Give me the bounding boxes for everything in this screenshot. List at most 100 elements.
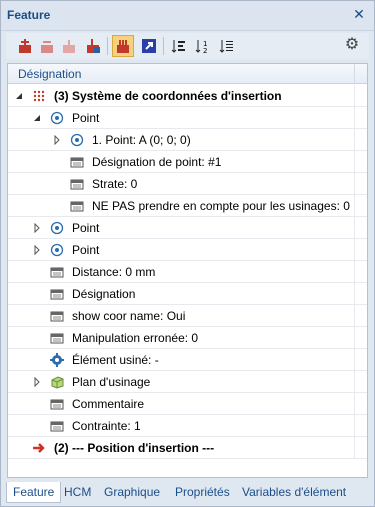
tab-graphique[interactable]: Graphique	[98, 482, 166, 503]
collapsed-arrow-icon[interactable]	[32, 245, 42, 255]
sort-list-icon[interactable]	[216, 35, 238, 57]
feature-panel: Feature ✕ 12 ⚙ Désignation (3) Système d…	[0, 0, 375, 507]
tree-row-constraint[interactable]: Contrainte: 1	[8, 415, 367, 437]
tree-row-label: Distance: 0 mm	[72, 265, 156, 279]
tab-feature[interactable]: Feature	[6, 482, 62, 503]
column-header-label: Désignation	[18, 67, 82, 81]
feature-filter-icon[interactable]	[112, 35, 134, 57]
coordinate-system-icon	[33, 90, 45, 102]
close-icon[interactable]: ✕	[352, 7, 366, 21]
tree-row-designation[interactable]: Désignation	[8, 283, 367, 305]
gear-icon[interactable]: ⚙	[343, 36, 361, 54]
feature-add-icon[interactable]	[14, 35, 36, 57]
panel-titlebar: Feature ✕	[1, 1, 374, 31]
property-icon	[50, 289, 64, 300]
tree-row-point[interactable]: Point	[8, 107, 367, 129]
collapsed-arrow-icon[interactable]	[32, 223, 42, 233]
tree-row-show-coor-name[interactable]: show coor name: Oui	[8, 305, 367, 327]
row-separator	[354, 415, 355, 437]
expanded-arrow-icon[interactable]	[14, 91, 24, 101]
header-separator	[354, 64, 355, 84]
tree-row-label: Contrainte: 1	[72, 419, 141, 433]
feature-toolbar: 12 ⚙	[6, 33, 369, 59]
red-arrow-icon	[33, 443, 45, 453]
row-separator	[354, 129, 355, 151]
tree-row-point-name[interactable]: Désignation de point: #1	[8, 151, 367, 173]
row-separator	[354, 239, 355, 261]
row-separator	[354, 173, 355, 195]
point-icon	[50, 243, 64, 257]
tree-row-label: Manipulation erronée: 0	[72, 331, 199, 345]
point-icon	[70, 133, 84, 147]
row-separator	[354, 151, 355, 173]
property-icon	[70, 157, 84, 168]
tree-row-point[interactable]: Point	[8, 239, 367, 261]
tree-row-wrong-handling[interactable]: Manipulation erronée: 0	[8, 327, 367, 349]
tree-row-label: Point	[72, 221, 100, 235]
panel-title: Feature	[7, 8, 51, 22]
tree-row-ignore-machining[interactable]: NE PAS prendre en compte pour les usinag…	[8, 195, 367, 217]
property-icon	[50, 399, 64, 410]
row-separator	[354, 195, 355, 217]
tab-variables-element[interactable]: Variables d'élément	[236, 482, 352, 503]
tree-row-layer[interactable]: Strate: 0	[8, 173, 367, 195]
property-icon	[50, 267, 64, 278]
tree-row-machining-plane[interactable]: Plan d'usinage	[8, 371, 367, 393]
tree-column-header[interactable]: Désignation	[8, 64, 367, 84]
tree-row-point[interactable]: Point	[8, 217, 367, 239]
tree-row-label: NE PAS prendre en compte pour les usinag…	[92, 199, 350, 213]
machining-plane-icon	[51, 376, 64, 389]
svg-text:2: 2	[203, 47, 207, 54]
tree-row-label: Commentaire	[72, 397, 145, 411]
toolbar-separator	[107, 37, 108, 55]
tree-row-label: Point	[72, 111, 100, 125]
toolbar-separator	[163, 37, 164, 55]
feature-export-icon[interactable]	[82, 35, 104, 57]
row-separator	[354, 305, 355, 327]
tree-row-distance[interactable]: Distance: 0 mm	[8, 261, 367, 283]
property-icon	[70, 179, 84, 190]
row-separator	[354, 437, 355, 459]
row-separator	[354, 349, 355, 371]
property-icon	[50, 421, 64, 432]
row-separator	[354, 327, 355, 349]
row-separator	[354, 393, 355, 415]
machined-element-gear-icon	[50, 353, 64, 367]
feature-tree: Désignation (3) Système de coordonnées d…	[7, 63, 368, 478]
sort-number-icon[interactable]: 12	[192, 35, 214, 57]
expanded-arrow-icon[interactable]	[32, 113, 42, 123]
tree-row-label: Désignation	[72, 287, 136, 301]
feature-arrow-icon[interactable]	[138, 35, 160, 57]
tree-row-label: Désignation de point: #1	[92, 155, 222, 169]
tree-row-label: Plan d'usinage	[72, 375, 151, 389]
row-separator	[354, 371, 355, 393]
tree-row-label: (3) Système de coordonnées d'insertion	[54, 89, 282, 103]
row-separator	[354, 283, 355, 305]
tree-row-machined-element[interactable]: Élément usiné: -	[8, 349, 367, 371]
row-separator	[354, 261, 355, 283]
tree-row-point-a[interactable]: 1. Point: A (0; 0; 0)	[8, 129, 367, 151]
tree-row-label: Strate: 0	[92, 177, 138, 191]
collapsed-arrow-icon[interactable]	[52, 135, 62, 145]
feature-disabled-icon[interactable]	[58, 35, 80, 57]
property-icon	[50, 311, 64, 322]
tab-hcm[interactable]: HCM	[58, 482, 97, 503]
row-separator	[354, 107, 355, 129]
tab-proprietes[interactable]: Propriétés	[169, 482, 236, 503]
tree-row-label: Point	[72, 243, 100, 257]
tree-row-label: (2) --- Position d'insertion ---	[54, 441, 215, 455]
tree-row-label: 1. Point: A (0; 0; 0)	[92, 133, 191, 147]
tree-row-label: Élément usiné: -	[72, 353, 159, 367]
point-icon	[50, 221, 64, 235]
row-separator	[354, 85, 355, 107]
collapsed-arrow-icon[interactable]	[32, 377, 42, 387]
feature-remove-icon[interactable]	[36, 35, 58, 57]
tree-row-insertion-position[interactable]: (2) --- Position d'insertion ---	[8, 437, 367, 459]
tree-row-comment[interactable]: Commentaire	[8, 393, 367, 415]
bottom-tab-bar: Feature HCM Graphique Propriétés Variabl…	[6, 482, 371, 504]
tree-row-coordinate-system[interactable]: (3) Système de coordonnées d'insertion	[8, 85, 367, 107]
sort-tree-icon[interactable]	[168, 35, 190, 57]
tree-row-label: show coor name: Oui	[72, 309, 186, 323]
property-icon	[70, 201, 84, 212]
property-icon	[50, 333, 64, 344]
